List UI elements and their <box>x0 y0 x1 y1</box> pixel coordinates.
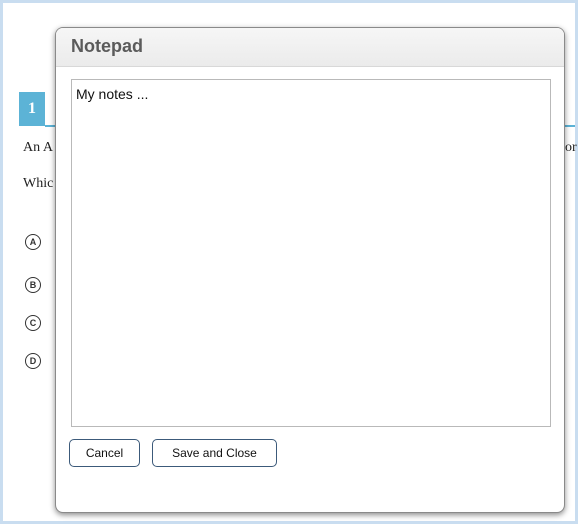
question-prompt: Whic <box>23 176 54 191</box>
notes-textarea[interactable]: My notes ... <box>71 79 551 427</box>
choice-b-radio[interactable]: B <box>25 277 41 293</box>
question-number-badge: 1 <box>19 92 45 126</box>
notepad-header[interactable]: Notepad <box>56 28 564 67</box>
notepad-title: Notepad <box>71 36 143 56</box>
question-stem: An A <box>23 140 53 155</box>
question-stem-tail: or <box>565 140 577 155</box>
save-and-close-button[interactable]: Save and Close <box>152 439 277 467</box>
choice-d-radio[interactable]: D <box>25 353 41 369</box>
choice-c-radio[interactable]: C <box>25 315 41 331</box>
cancel-button[interactable]: Cancel <box>69 439 140 467</box>
choice-a-radio[interactable]: A <box>25 234 41 250</box>
notepad-dialog: Notepad My notes ... Cancel Save and Clo… <box>55 27 565 513</box>
